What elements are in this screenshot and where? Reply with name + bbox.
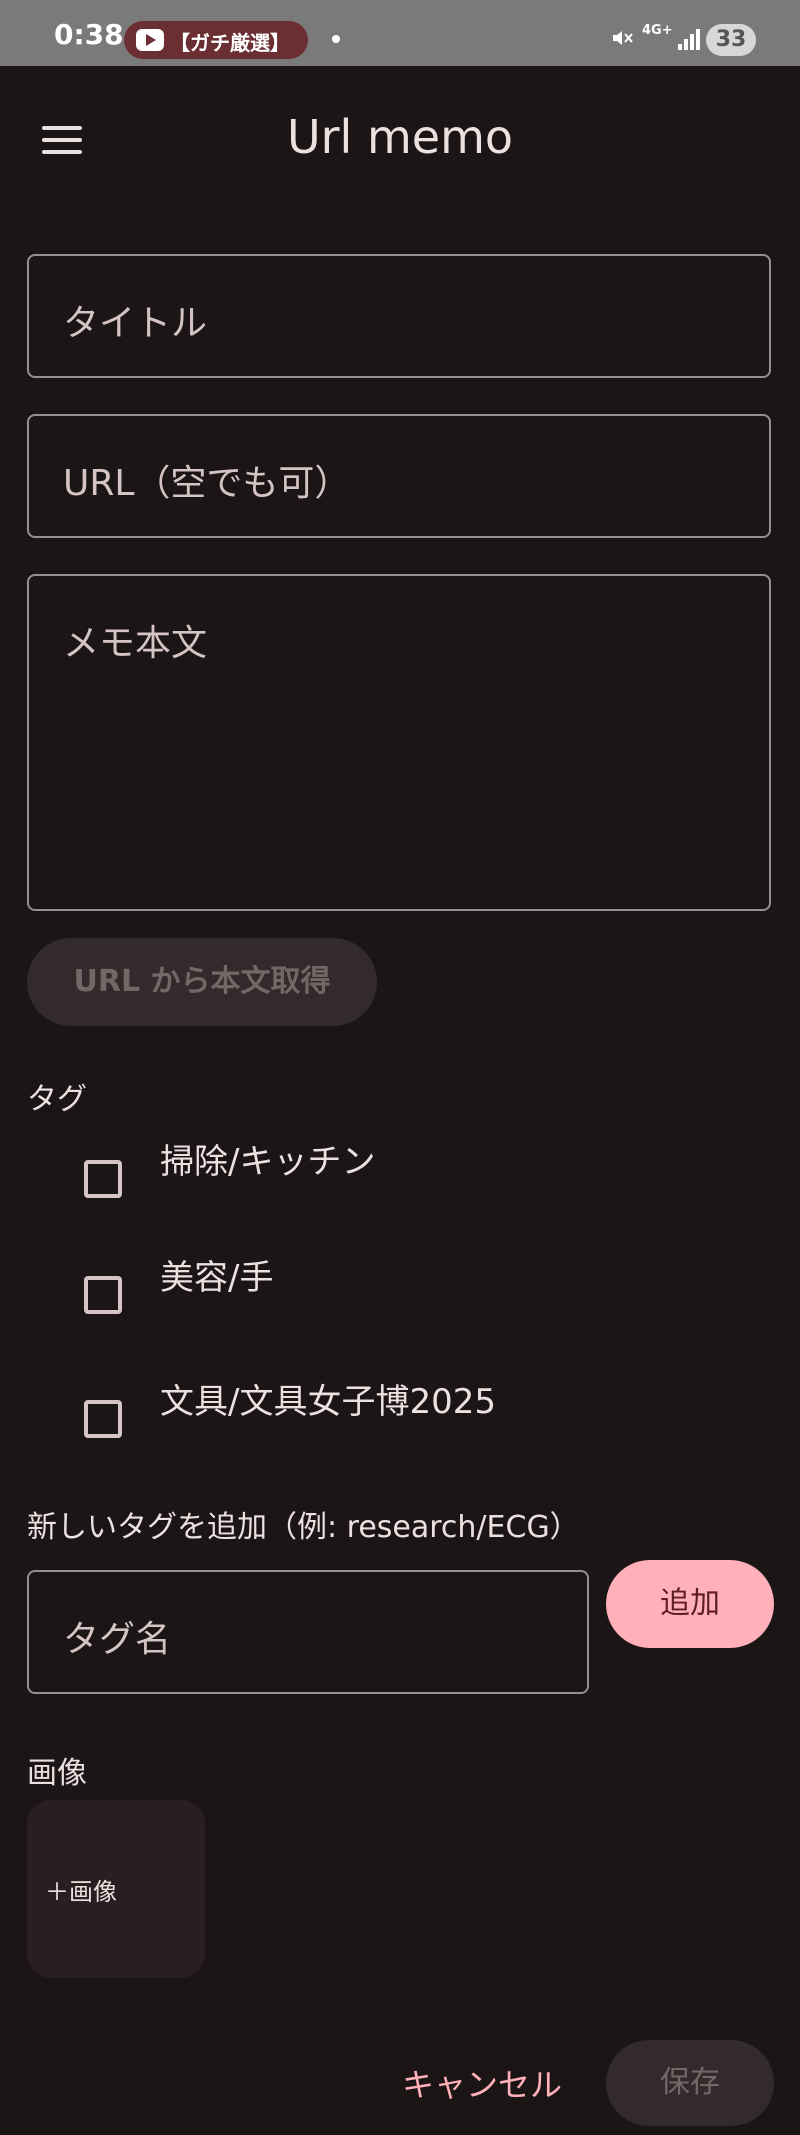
- add-tag-button[interactable]: 追加: [606, 1560, 774, 1648]
- status-time: 0:38: [54, 18, 124, 51]
- tag-name-field[interactable]: タグ名: [27, 1570, 589, 1694]
- signal-icon: [678, 29, 700, 50]
- battery-icon: 33: [706, 24, 756, 56]
- save-button[interactable]: 保存: [606, 2040, 774, 2126]
- network-type: 4G+: [642, 23, 673, 38]
- tag-label: 美容/手: [160, 1258, 274, 1298]
- fetch-content-button[interactable]: URL から本文取得: [27, 938, 377, 1026]
- new-tag-label: 新しいタグを追加（例: research/ECG）: [27, 1510, 580, 1545]
- tags-label: タグ: [27, 1082, 87, 1117]
- cancel-button[interactable]: キャンセル: [402, 2060, 562, 2106]
- title-placeholder: タイトル: [63, 303, 208, 344]
- tag-checkbox[interactable]: [84, 1276, 122, 1314]
- title-field[interactable]: タイトル: [27, 254, 771, 378]
- images-label: 画像: [27, 1756, 87, 1791]
- mute-icon: [613, 31, 633, 45]
- url-field[interactable]: URL（空でも可）: [27, 414, 771, 538]
- status-bar: 0:38 【ガチ厳選】 4G+ 33: [0, 0, 800, 66]
- top-app-bar: Url memo: [0, 66, 800, 206]
- add-image-button[interactable]: ＋画像: [27, 1800, 205, 1978]
- youtube-icon: [136, 29, 164, 51]
- add-image-label: ＋画像: [45, 1878, 117, 1906]
- notification-text: 【ガチ厳選】: [170, 31, 290, 55]
- notification-dot-icon: [332, 35, 340, 43]
- tag-label: 文具/文具女子博2025: [160, 1382, 496, 1422]
- memo-field[interactable]: メモ本文: [27, 574, 771, 911]
- tag-name-placeholder: タグ名: [63, 1619, 172, 1660]
- memo-placeholder: メモ本文: [63, 623, 208, 664]
- tag-checkbox[interactable]: [84, 1400, 122, 1438]
- url-placeholder: URL（空でも可）: [63, 463, 351, 504]
- tag-label: 掃除/キッチン: [160, 1142, 376, 1182]
- notification-pill[interactable]: 【ガチ厳選】: [124, 21, 308, 59]
- tag-checkbox[interactable]: [84, 1160, 122, 1198]
- app-title: Url memo: [286, 110, 514, 164]
